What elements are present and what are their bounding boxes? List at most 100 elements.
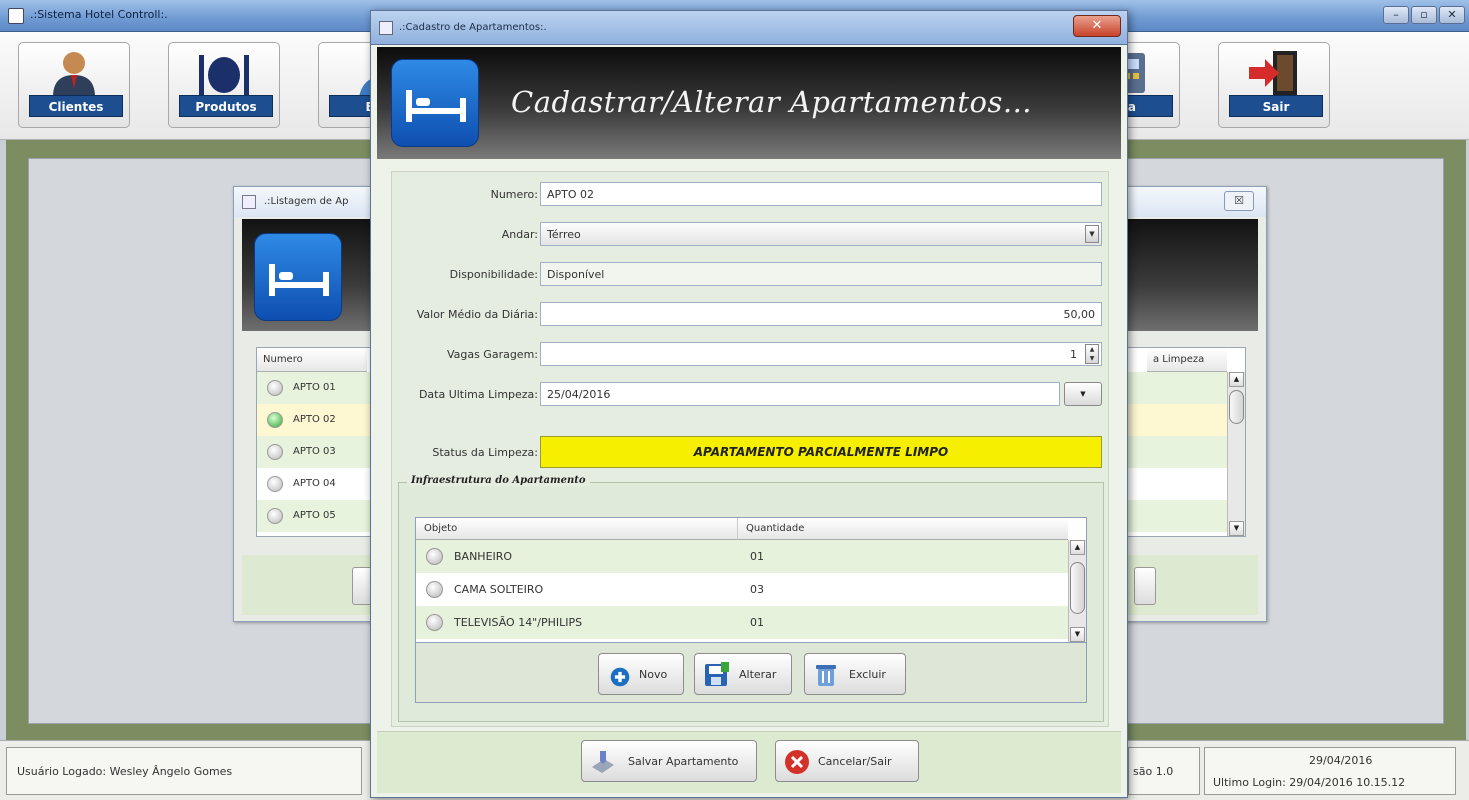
- dialog-footer: Salvar Apartamento Cancelar/Sair: [377, 731, 1121, 793]
- chevron-down-icon: ▼: [1080, 390, 1086, 398]
- numero-field[interactable]: APTO 02: [540, 182, 1102, 206]
- login-info-box: 29/04/2016 Ultimo Login: 29/04/2016 10.1…: [1204, 747, 1456, 795]
- salvar-apartamento-button[interactable]: Salvar Apartamento: [581, 740, 757, 782]
- alterar-label: Alterar: [739, 668, 777, 681]
- scroll-down-arrow-icon[interactable]: ▼: [1070, 627, 1085, 642]
- toolbar-button-sair[interactable]: Sair: [1218, 42, 1330, 128]
- listing-title: .:Listagem de Ap: [264, 196, 349, 207]
- vagas-garagem-value: 1: [1070, 348, 1077, 361]
- apto-numero: APTO 04: [293, 478, 336, 489]
- cadastro-dialog: .:Cadastro de Apartamentos:. ✕ Cadastrar…: [370, 10, 1128, 798]
- disponibilidade-field[interactable]: Disponível: [540, 262, 1102, 286]
- current-date: 29/04/2016: [1309, 754, 1373, 767]
- toolbar-button-produtos[interactable]: Produtos: [168, 42, 280, 128]
- scroll-up-arrow-icon[interactable]: ▲: [1229, 372, 1244, 387]
- alterar-button[interactable]: Alterar: [694, 653, 792, 695]
- salvar-apartamento-label: Salvar Apartamento: [628, 755, 739, 768]
- status-indicator-icon: [267, 444, 283, 460]
- disponibilidade-label: Disponibilidade:: [449, 268, 538, 281]
- scroll-up-arrow-icon[interactable]: ▲: [1070, 540, 1085, 555]
- infra-button-bar: Novo Alterar Excluir: [415, 643, 1087, 703]
- quantidade-cell: 03: [750, 583, 764, 596]
- table-row[interactable]: CAMA SOLTEIRO 03: [416, 573, 1068, 606]
- client-person-icon: [53, 52, 95, 97]
- maximize-button[interactable]: ▫: [1411, 6, 1437, 24]
- table-row[interactable]: BANHEIRO 01: [416, 540, 1068, 573]
- data-limpeza-field[interactable]: 25/04/2016: [540, 382, 1060, 406]
- toolbar-label: Produtos: [179, 95, 273, 117]
- apto-numero: APTO 01: [293, 382, 336, 393]
- data-limpeza-label: Data Ultima Limpeza:: [418, 388, 538, 401]
- valor-medio-field[interactable]: 50,00: [540, 302, 1102, 326]
- dialog-heading: Cadastrar/Alterar Apartamentos...: [511, 85, 1033, 119]
- column-header-objeto[interactable]: Objeto: [416, 518, 738, 540]
- chevron-down-icon[interactable]: ▼: [1085, 225, 1099, 243]
- listing-button-right[interactable]: [1134, 567, 1156, 605]
- radio-indicator-icon: [426, 581, 443, 598]
- dialog-titlebar[interactable]: .:Cadastro de Apartamentos:. ✕: [371, 11, 1127, 45]
- dialog-close-button[interactable]: ✕: [1073, 15, 1121, 37]
- spinner-arrows-icon[interactable]: ▲ ▼: [1085, 344, 1099, 364]
- status-indicator-icon: [267, 476, 283, 492]
- form-panel: Numero: APTO 02 Andar: Térreo ▼ Disponib…: [391, 171, 1109, 727]
- app-icon: [8, 8, 24, 24]
- radio-indicator-icon: [426, 614, 443, 631]
- add-plus-icon: [610, 667, 630, 687]
- window-icon: [379, 21, 393, 35]
- status-indicator-icon: [267, 380, 283, 396]
- last-login: Ultimo Login: 29/04/2016 10.15.12: [1213, 776, 1406, 789]
- cancelar-sair-label: Cancelar/Sair: [818, 755, 892, 768]
- main-close-button[interactable]: ✕: [1439, 6, 1465, 24]
- status-indicator-icon: [267, 412, 283, 428]
- toolbar-button-clientes[interactable]: Clientes: [18, 42, 130, 128]
- scroll-down-arrow-icon[interactable]: ▼: [1229, 521, 1244, 536]
- dialog-header-banner: Cadastrar/Alterar Apartamentos...: [377, 47, 1121, 159]
- radio-indicator-icon: [426, 548, 443, 565]
- column-header-numero[interactable]: Numero: [257, 348, 367, 372]
- version-text: são 1.0: [1133, 765, 1174, 778]
- scroll-thumb[interactable]: [1229, 390, 1244, 424]
- logged-user-box: Usuário Logado: Wesley Ângelo Gomes: [6, 747, 362, 795]
- exit-door-icon: [1249, 51, 1297, 95]
- objeto-cell: BANHEIRO: [454, 550, 513, 563]
- version-box: são 1.0: [1128, 747, 1200, 795]
- infraestrutura-table: Objeto Quantidade BANHEIRO 01 CAMA SOLTEIR…: [415, 517, 1087, 643]
- toolbar-label: Sair: [1229, 95, 1323, 117]
- novo-label: Novo: [639, 668, 668, 681]
- bed-icon: [406, 90, 466, 122]
- main-window-title: .:Sistema Hotel Controll:.: [30, 8, 168, 21]
- cancelar-sair-button[interactable]: Cancelar/Sair: [775, 740, 919, 782]
- column-header-quantidade[interactable]: Quantidade: [738, 518, 1068, 540]
- excluir-label: Excluir: [849, 668, 886, 681]
- table-row[interactable]: TELEVISÃO 14"/PHILIPS 01: [416, 606, 1068, 639]
- status-limpeza-display: APARTAMENTO PARCIALMENTE LIMPO: [540, 436, 1102, 468]
- listing-scrollbar[interactable]: ▲ ▼: [1227, 372, 1245, 536]
- infraestrutura-legend: Infraestrutura do Apartamento: [407, 475, 590, 486]
- food-plate-icon: [199, 55, 249, 95]
- vagas-garagem-spinner[interactable]: 1 ▲ ▼: [540, 342, 1102, 366]
- objeto-cell: TELEVISÃO 14"/PHILIPS: [454, 616, 583, 629]
- column-header-limpeza[interactable]: a Limpeza: [1147, 348, 1227, 372]
- logged-user-text: Usuário Logado: Wesley Ângelo Gomes: [17, 765, 233, 778]
- numero-label: Numero:: [490, 188, 538, 201]
- save-disk-icon: [592, 751, 614, 773]
- quantidade-cell: 01: [750, 550, 764, 563]
- andar-label: Andar:: [501, 228, 538, 241]
- andar-selected-value: Térreo: [547, 228, 581, 241]
- cancel-x-icon: [785, 750, 809, 774]
- infra-scrollbar[interactable]: ▲ ▼: [1068, 540, 1086, 642]
- novo-button[interactable]: Novo: [598, 653, 684, 695]
- listing-close-button[interactable]: ☒: [1224, 191, 1254, 211]
- andar-select[interactable]: Térreo ▼: [540, 222, 1102, 246]
- minimize-button[interactable]: –: [1383, 6, 1409, 24]
- excluir-button[interactable]: Excluir: [804, 653, 906, 695]
- toolbar-label: Clientes: [29, 95, 123, 117]
- save-disk-icon: [705, 662, 729, 686]
- status-limpeza-label: Status da Limpeza:: [432, 446, 538, 459]
- apto-numero: APTO 03: [293, 446, 336, 457]
- objeto-cell: CAMA SOLTEIRO: [454, 583, 544, 596]
- date-picker-button[interactable]: ▼: [1064, 382, 1102, 406]
- infraestrutura-group: Infraestrutura do Apartamento Objeto Qua…: [398, 475, 1104, 722]
- scroll-thumb[interactable]: [1070, 562, 1085, 614]
- bed-icon: [269, 264, 329, 296]
